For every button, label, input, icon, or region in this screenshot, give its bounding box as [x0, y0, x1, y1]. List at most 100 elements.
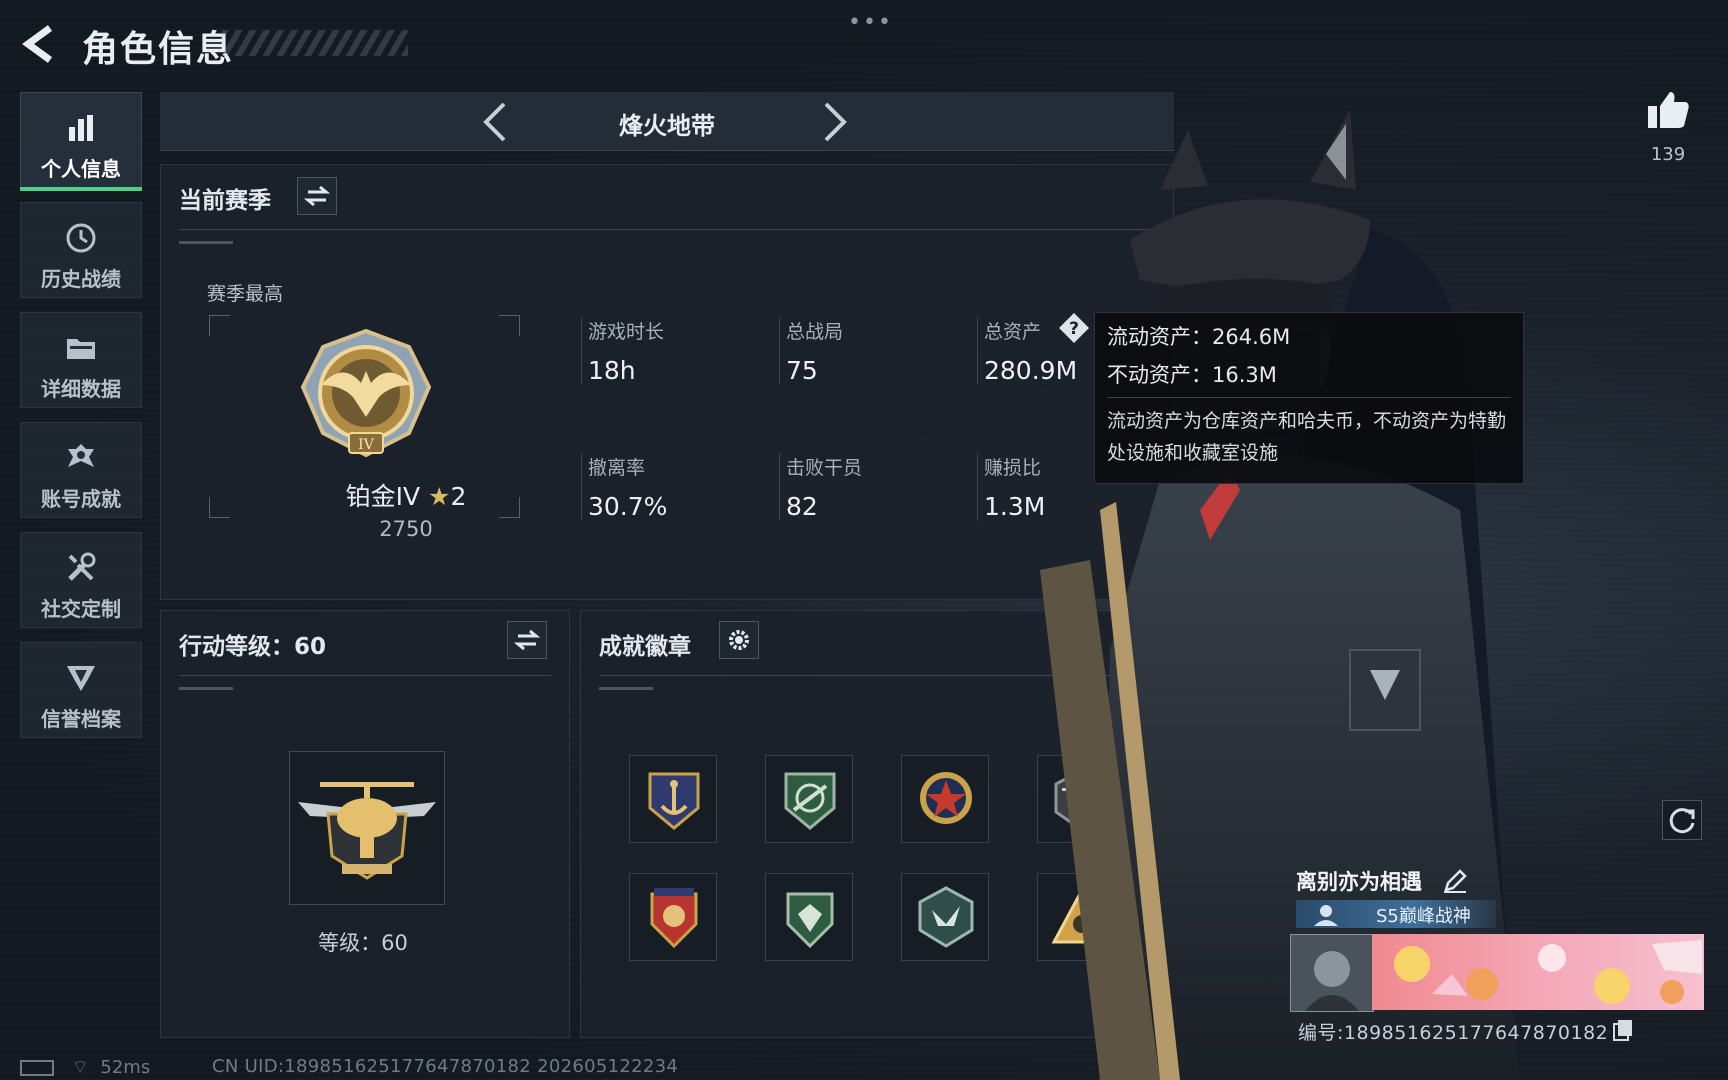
cat-pattern-banner-image — [1394, 940, 1702, 1004]
stat-operators-defeated: 击败干员 82 — [779, 453, 862, 521]
red-shield-medal-icon — [650, 888, 698, 949]
stat-label: 击败干员 — [786, 457, 863, 479]
stat-playtime: 游戏时长 18h — [581, 317, 664, 385]
sidebar-item-label: 个人信息 — [41, 157, 121, 181]
green-rifle-medal-icon — [784, 772, 836, 830]
like-count: 139 — [1650, 144, 1686, 165]
stat-label: 总战局 — [786, 321, 844, 343]
action-level-heading: 行动等级：60 — [179, 634, 327, 660]
rank-score: 2750 — [379, 517, 433, 541]
ping-value: 52ms — [100, 1057, 151, 1078]
navy-anchor-medal-icon — [648, 772, 700, 830]
player-name: 离别亦为相遇 — [1296, 870, 1422, 894]
character-portrait — [1040, 110, 1520, 1080]
gear-icon — [729, 630, 749, 650]
medal-slot[interactable] — [629, 755, 717, 843]
rank-name: 铂金IV ★2 — [281, 477, 531, 513]
player-banner — [1372, 934, 1704, 1010]
mode-selector: 烽火地带 — [160, 92, 1174, 151]
edit-pencil-icon[interactable] — [1442, 868, 1468, 894]
sidebar-item-label: 历史战绩 — [41, 267, 121, 291]
avatar[interactable] — [1290, 934, 1374, 1012]
action-level-panel: 行动等级：60 等级：60 — [160, 610, 570, 1038]
frame-corner — [499, 315, 520, 336]
tooltip-fixed-assets: 不动资产：16.3M — [1107, 363, 1277, 387]
achievement-icon — [68, 444, 94, 467]
mode-title: 烽火地带 — [619, 112, 715, 140]
current-season-panel: 当前赛季 赛季最高 IV 铂金IV ★2 2750 游戏时长 18h 总战局 7… — [160, 164, 1174, 600]
medal-slot[interactable] — [629, 873, 717, 961]
season-heading: 当前赛季 — [179, 188, 271, 214]
page-title: 角色信息 — [82, 29, 235, 70]
frame-corner — [209, 497, 230, 518]
swap-icon — [513, 629, 541, 651]
refresh-button[interactable] — [1662, 800, 1702, 840]
back-arrow-icon[interactable] — [20, 24, 60, 64]
season-best-label: 赛季最高 — [207, 283, 284, 305]
sidebar-item-history[interactable]: 历史战绩 — [20, 202, 142, 298]
red-star-medal-icon — [920, 772, 972, 824]
sidebar-item-label: 信誉档案 — [41, 707, 121, 731]
more-dots-icon[interactable]: ••• — [848, 10, 893, 35]
assets-tooltip: 流动资产：264.6M 不动资产：16.3M 流动资产为仓库资产和哈夫币，不动资… — [1094, 312, 1524, 484]
sidebar-item-label: 详细数据 — [41, 377, 121, 401]
medal-slot[interactable] — [765, 873, 853, 961]
star-icon: ★ — [428, 482, 451, 511]
action-level-switch-button[interactable] — [507, 621, 547, 659]
copy-icon[interactable] — [1612, 1018, 1634, 1042]
medal-slot[interactable] — [765, 755, 853, 843]
green-shield-medal-icon — [786, 892, 834, 949]
bar-chart-icon — [69, 115, 93, 141]
svg-text:IV: IV — [358, 437, 375, 453]
divider — [179, 675, 551, 676]
stat-label: 游戏时长 — [588, 321, 665, 343]
status-bar: ⌔ 52ms — [20, 1056, 150, 1079]
medal-slot[interactable] — [901, 755, 989, 843]
folder-icon — [67, 339, 95, 359]
chevron-right-icon[interactable] — [820, 102, 850, 142]
medal-slot[interactable] — [901, 873, 989, 961]
stat-label: 赚损比 — [984, 457, 1042, 479]
achievement-heading: 成就徽章 — [599, 634, 691, 660]
divider — [179, 229, 1155, 230]
tooltip-description: 流动资产为仓库资产和哈夫币，不动资产为特勤处设施和收藏室设施 — [1107, 410, 1507, 464]
sidebar-item-label: 社交定制 — [41, 597, 121, 621]
stat-value: 82 — [786, 492, 818, 521]
tools-icon — [68, 552, 96, 581]
sidebar-item-detailed-data[interactable]: 详细数据 — [20, 312, 142, 408]
stat-label: 撤离率 — [588, 457, 646, 479]
season-switch-button[interactable] — [297, 177, 337, 215]
stat-profit-loss: 赚损比 1.3M — [977, 453, 1045, 521]
tooltip-divider — [1107, 397, 1511, 398]
battery-icon — [20, 1060, 54, 1076]
thumbs-up-icon[interactable] — [1646, 88, 1690, 132]
history-icon — [66, 223, 96, 253]
rank-title: 铂金IV — [345, 482, 421, 511]
player-title-tag: S5巅峰战神 — [1296, 900, 1496, 928]
shield-icon — [67, 666, 95, 691]
rank-stars: 2 — [450, 482, 467, 511]
stat-value: 75 — [786, 356, 818, 385]
soldier-emblem-icon — [1314, 905, 1338, 926]
stat-extract-rate: 撤离率 30.7% — [581, 453, 667, 521]
avatar-image — [1291, 935, 1373, 1011]
divider-accent — [179, 241, 233, 244]
refresh-icon — [1669, 808, 1695, 834]
frame-corner — [209, 315, 230, 336]
stat-total-matches: 总战局 75 — [779, 317, 843, 385]
achievement-settings-button[interactable] — [719, 621, 759, 659]
title-decoration — [222, 30, 408, 56]
level-text: 等级：60 — [318, 931, 408, 955]
sidebar-item-credit[interactable]: 信誉档案 — [20, 642, 142, 738]
player-code: 编号:18985162517764787018​2 — [1298, 1022, 1609, 1044]
sidebar-item-achievements[interactable]: 账号成就 — [20, 422, 142, 518]
tooltip-liquid-assets: 流动资产：264.6M — [1107, 325, 1291, 349]
stat-value: 30.7% — [588, 492, 668, 521]
sidebar-item-social[interactable]: 社交定制 — [20, 532, 142, 628]
uid-text: CN UID:18985162517764787018​2 2026051222… — [212, 1056, 679, 1077]
sidebar-item-label: 账号成就 — [41, 487, 121, 511]
stat-value: 1.3M — [984, 492, 1046, 521]
stat-value: 18h — [588, 356, 636, 385]
sidebar-item-personal-info[interactable]: 个人信息 — [20, 92, 142, 191]
title-tag-text: S5巅峰战神 — [1376, 906, 1471, 927]
